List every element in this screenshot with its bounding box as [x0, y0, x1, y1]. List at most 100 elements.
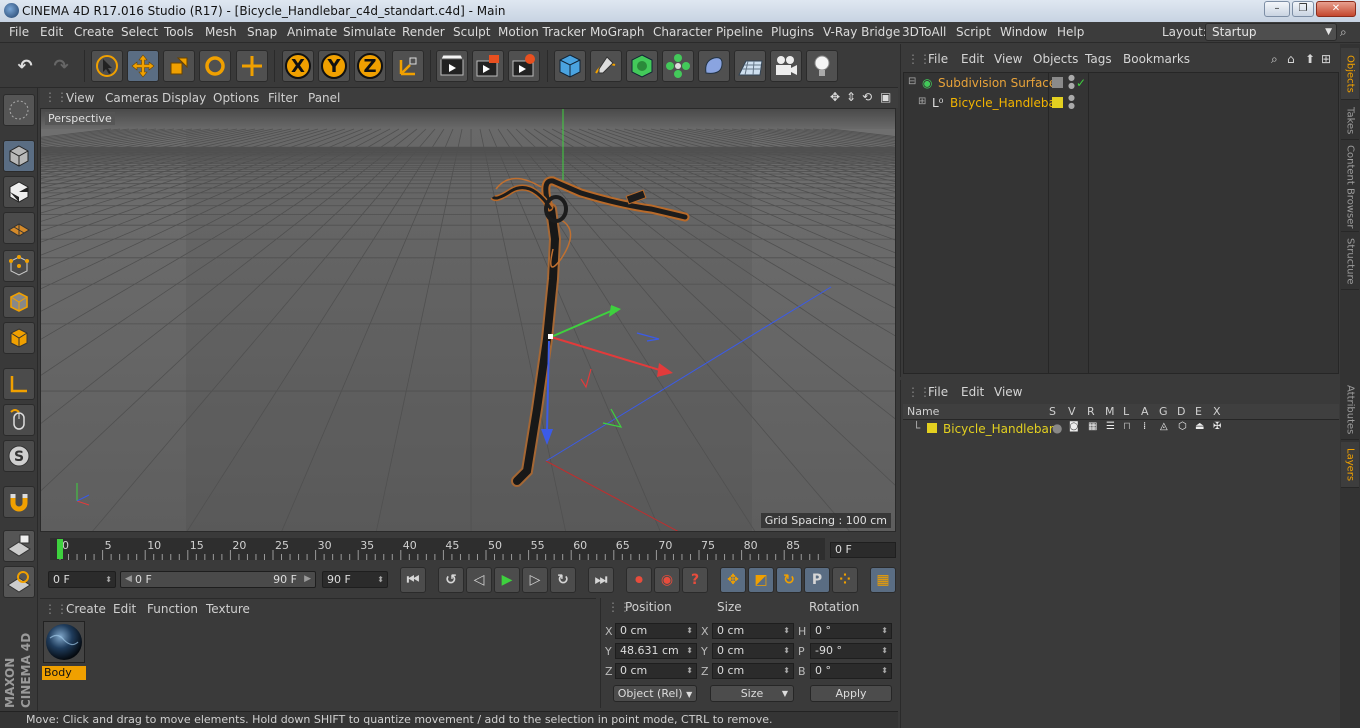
visibility-dots-icon[interactable]: ● ● [1068, 94, 1075, 110]
menu-create[interactable]: Create [74, 25, 114, 39]
snap-magnet-icon[interactable] [3, 486, 35, 518]
rotation-b-field[interactable]: 0 ° ⬍ [810, 663, 892, 679]
viewport-menu-view[interactable]: View [66, 91, 94, 105]
layer-deformer-icon[interactable]: ⬡ [1178, 421, 1187, 432]
current-frame-field[interactable]: 0 F [830, 542, 896, 558]
menu-mograph[interactable]: MoGraph [590, 25, 645, 39]
object-menu-edit[interactable]: Edit [961, 52, 984, 66]
maximize-button[interactable]: ❐ [1292, 1, 1314, 17]
polygons-mode-icon[interactable] [3, 322, 35, 354]
record-pla-icon[interactable]: ⁘ [832, 567, 858, 593]
layer-render-clapper-icon[interactable]: ▦ [1088, 421, 1097, 432]
tree-collapse-icon[interactable]: ⊟ [908, 76, 916, 87]
pen-spline-icon[interactable] [590, 50, 622, 82]
close-button[interactable]: ✕ [1316, 1, 1356, 17]
menu-motion-tracker[interactable]: Motion Tracker [498, 25, 586, 39]
orbit-view-icon[interactable]: ⟲ [862, 90, 872, 104]
axis-mode-icon[interactable] [3, 368, 35, 400]
y-axis-lock-button[interactable]: Y [318, 50, 350, 82]
material-menu-edit[interactable]: Edit [113, 602, 136, 616]
workplane-lock-icon[interactable] [3, 530, 35, 562]
viewport-menu-cameras[interactable]: Cameras [105, 91, 158, 105]
layer-generator-icon[interactable]: ◬ [1160, 421, 1168, 432]
layer-xref-icon[interactable]: ✠ [1213, 421, 1221, 432]
menu-snap[interactable]: Snap [247, 25, 277, 39]
record-position-icon[interactable]: ✥ [720, 567, 746, 593]
x-axis-lock-button[interactable]: X [282, 50, 314, 82]
material-menu-function[interactable]: Function [147, 602, 198, 616]
record-rotation-icon[interactable]: ↻ [776, 567, 802, 593]
tab-structure[interactable]: Structure [1341, 234, 1359, 290]
workplane-mode-icon[interactable] [3, 212, 35, 244]
max-time-field[interactable]: 90 F ⬍ [322, 571, 388, 588]
record-parameter-icon[interactable]: P [804, 567, 830, 593]
object-row[interactable]: ⊟ ◉ Subdivision Surface ● ● ✓ [904, 73, 1338, 93]
viewport-menu-options[interactable]: Options [213, 91, 259, 105]
menu-sculpt[interactable]: Sculpt [453, 25, 490, 39]
material-thumbnail[interactable] [43, 621, 85, 663]
size-z-field[interactable]: 0 cm ⬍ [712, 663, 794, 679]
rotate-tool-icon[interactable] [199, 50, 231, 82]
menu-animate[interactable]: Animate [287, 25, 337, 39]
viewport-menu-panel[interactable]: Panel [308, 91, 340, 105]
menu-edit[interactable]: Edit [40, 25, 63, 39]
layer-row[interactable]: └ Bicycle_Handlebar ● ◙ ▦ ☰ ⊓ ⁞ ◬ ⬡ ⏏ ✠ [903, 421, 1339, 437]
undo-icon[interactable]: ↶ [9, 50, 41, 82]
object-menu-view[interactable]: View [994, 52, 1022, 66]
deformer-icon[interactable] [698, 50, 730, 82]
menu-script[interactable]: Script [956, 25, 991, 39]
light-icon[interactable] [806, 50, 838, 82]
floor-icon[interactable] [734, 50, 766, 82]
tab-objects[interactable]: Objects [1341, 48, 1359, 100]
go-to-start-icon[interactable]: ⏮ [400, 567, 426, 593]
toggle-layout-icon[interactable]: ▣ [880, 90, 891, 104]
layer-menu-edit[interactable]: Edit [961, 385, 984, 399]
live-selection-icon[interactable] [91, 50, 123, 82]
material-menu-create[interactable]: Create [66, 602, 106, 616]
coordinate-system-icon[interactable] [392, 50, 424, 82]
viewport-menu-filter[interactable]: Filter [268, 91, 298, 105]
render-settings-icon[interactable] [508, 50, 540, 82]
menu-character[interactable]: Character [653, 25, 712, 39]
z-axis-lock-button[interactable]: Z [354, 50, 386, 82]
size-x-field[interactable]: 0 cm ⬍ [712, 623, 794, 639]
menu-3dtoall[interactable]: 3DToAll [902, 25, 946, 39]
texture-mode-icon[interactable] [3, 176, 35, 208]
layer-menu-view[interactable]: View [994, 385, 1022, 399]
layer-expression-icon[interactable]: ⏏ [1195, 421, 1204, 432]
go-to-end-icon[interactable]: ⏭ [588, 567, 614, 593]
preview-range-slider[interactable]: ◀ 0 F 90 F ▶ [120, 571, 316, 588]
menu-tools[interactable]: Tools [164, 25, 194, 39]
min-time-field[interactable]: 0 F ⬍ [48, 571, 116, 588]
rotation-p-field[interactable]: -90 ° ⬍ [810, 643, 892, 659]
pan-view-icon[interactable]: ✥ [830, 90, 840, 104]
position-x-field[interactable]: 0 cm ⬍ [615, 623, 697, 639]
object-search-icon[interactable]: ⌕ [1271, 52, 1278, 67]
render-picture-viewer-icon[interactable] [472, 50, 504, 82]
camera-icon[interactable] [770, 50, 802, 82]
dolly-view-icon[interactable]: ⇕ [846, 90, 856, 104]
points-mode-icon[interactable] [3, 250, 35, 282]
tree-expand-icon[interactable]: ⊞ [918, 96, 926, 107]
timeline-ruler[interactable]: 051015202530354045505560657075808590 [50, 538, 843, 560]
menu-pipeline[interactable]: Pipeline [716, 25, 763, 39]
tweak-mode-icon[interactable] [3, 404, 35, 436]
menu-plugins[interactable]: Plugins [771, 25, 814, 39]
object-home-icon[interactable]: ⌂ [1287, 52, 1295, 66]
object-row[interactable]: ⊞ L⁰ Bicycle_Handlebar ● ● [904, 93, 1338, 113]
move-tool-icon[interactable] [127, 50, 159, 82]
cube-primitive-icon[interactable] [554, 50, 586, 82]
scale-tool-icon[interactable] [163, 50, 195, 82]
layer-manager-icon[interactable]: ☰ [1106, 421, 1115, 432]
layer-menu-file[interactable]: File [928, 385, 948, 399]
apply-button[interactable]: Apply [810, 685, 892, 702]
go-to-next-key-icon[interactable]: ↻ [550, 567, 576, 593]
size-mode-dropdown[interactable]: Size ▼ [710, 685, 794, 702]
layer-solo-icon[interactable]: ● [1052, 421, 1062, 435]
object-menu-file[interactable]: File [928, 52, 948, 66]
workplane-align-icon[interactable] [3, 566, 35, 598]
material-name-label[interactable]: Body [42, 666, 86, 680]
object-up-icon[interactable]: ⬆ [1305, 52, 1315, 66]
menu-vray-bridge[interactable]: V-Ray Bridge [823, 25, 900, 39]
model-mode-icon[interactable] [3, 140, 35, 172]
